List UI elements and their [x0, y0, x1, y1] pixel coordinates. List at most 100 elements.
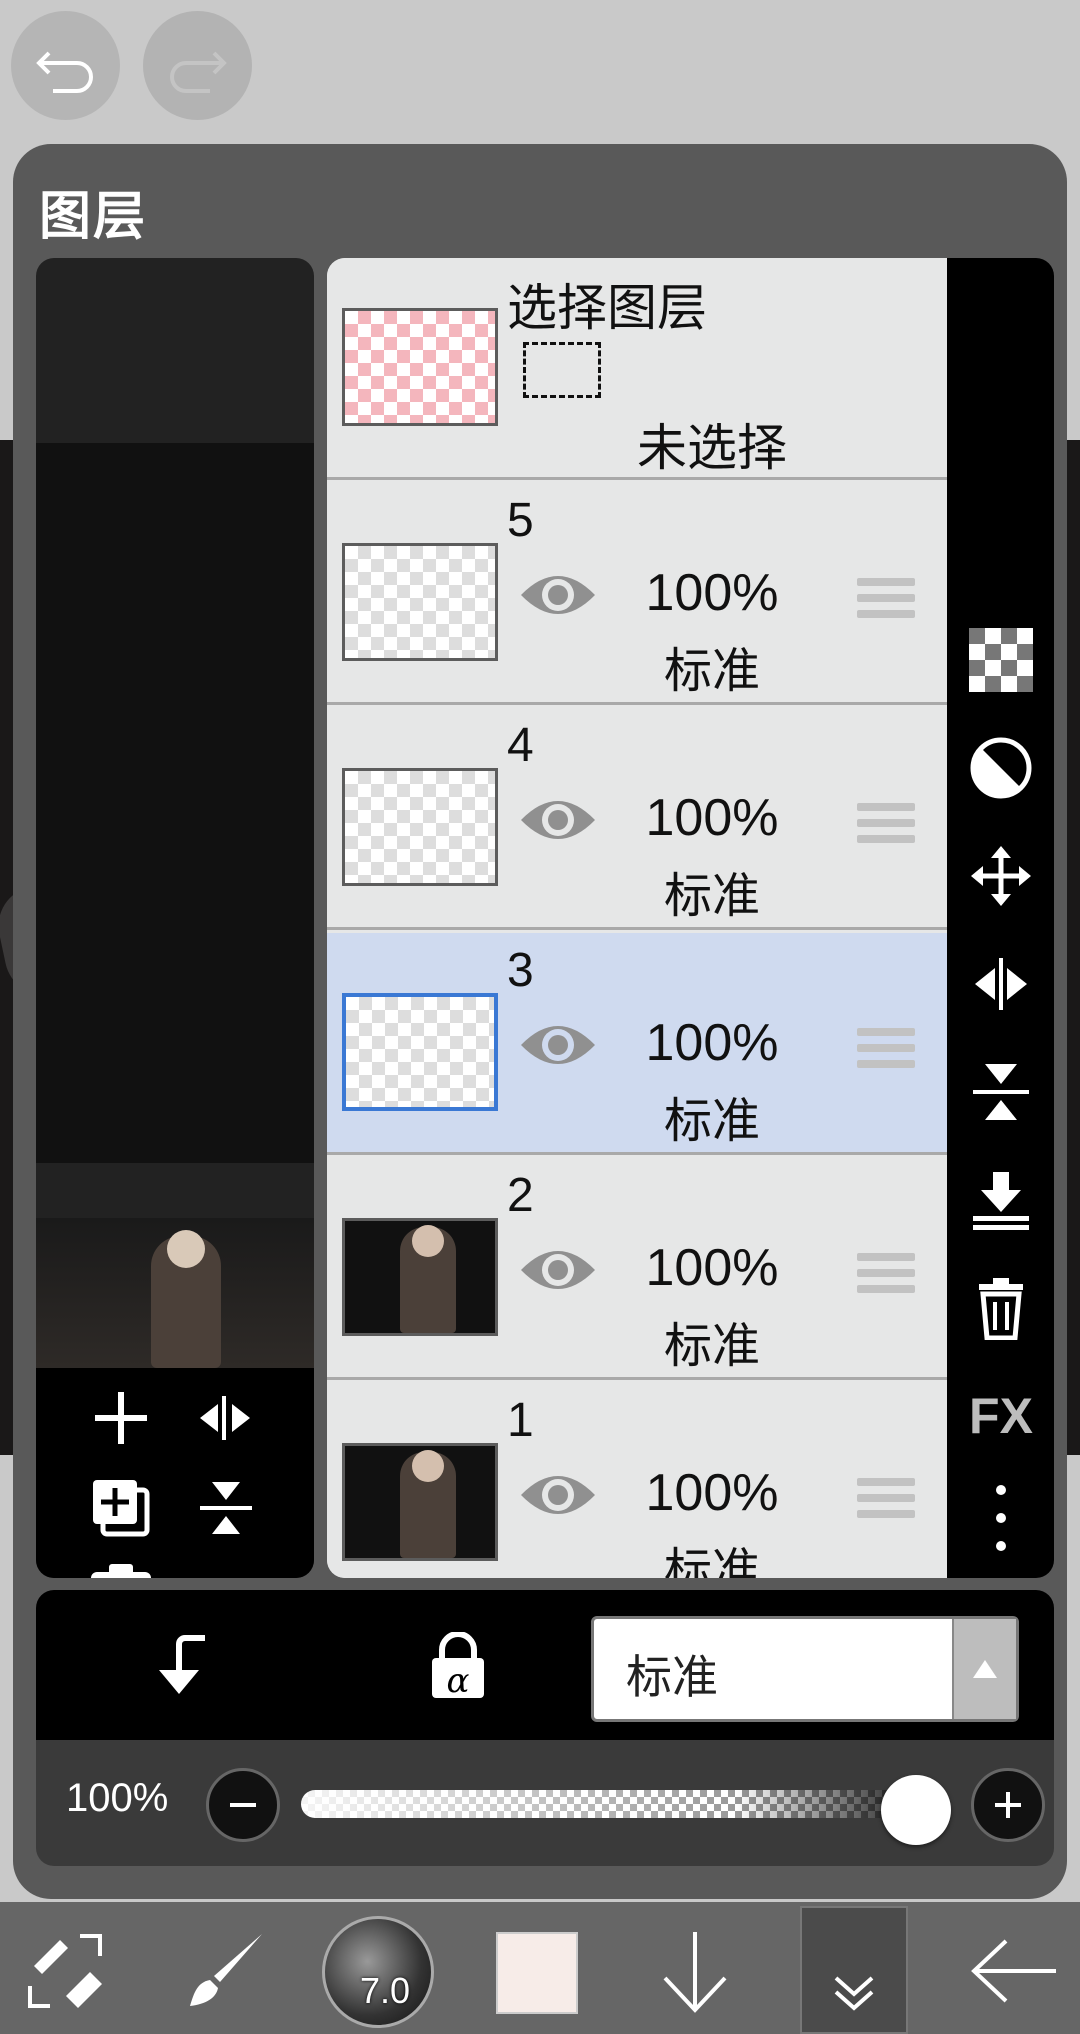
drag-handle-icon[interactable]: [857, 578, 915, 628]
layer-opacity: 100%: [645, 1014, 779, 1072]
move-layer-button[interactable]: [961, 836, 1041, 916]
layer-row[interactable]: 5 100% 标准: [327, 483, 947, 705]
svg-text:α: α: [447, 1661, 470, 1701]
eye-icon[interactable]: [517, 1240, 599, 1300]
fx-button[interactable]: FX: [961, 1376, 1041, 1456]
undo-icon: [36, 51, 93, 93]
redo-button[interactable]: [143, 11, 252, 120]
layer-row[interactable]: 4 100% 标准: [327, 708, 947, 930]
dropdown-toggle[interactable]: [952, 1619, 1016, 1719]
brush-tool-button[interactable]: [170, 1916, 280, 2026]
move-arrows-icon: [971, 846, 1031, 906]
minus-icon: [230, 1803, 256, 1807]
alpha-lock-icon: α: [432, 1631, 484, 1701]
selection-status: 未选择: [637, 419, 787, 477]
flip-vertical-icon: [200, 1482, 252, 1534]
opacity-slider[interactable]: [301, 1790, 921, 1818]
layer-number: 2: [507, 1169, 534, 1222]
eye-icon[interactable]: [517, 1465, 599, 1525]
flip-layer-horizontal-button[interactable]: [961, 944, 1041, 1024]
layer-opacity: 100%: [645, 564, 779, 622]
drag-handle-icon[interactable]: [857, 803, 915, 853]
duplicate-layer-button[interactable]: [86, 1473, 156, 1543]
layer-thumbnail: [342, 768, 498, 886]
camera-button[interactable]: [86, 1553, 156, 1578]
arrow-down-icon: [663, 1932, 727, 2013]
selection-marquee-icon: [523, 342, 601, 398]
back-button[interactable]: [960, 1916, 1070, 2026]
layer-blend-mode: 标准: [663, 868, 760, 924]
merge-down-button[interactable]: [961, 1160, 1041, 1240]
layer-row[interactable]: 1 100% 标准: [327, 1383, 947, 1578]
layer-options-row: α 标准: [36, 1590, 1054, 1740]
layer-number: 4: [507, 719, 534, 772]
layer-row-selected[interactable]: 3 100% 标准: [327, 933, 947, 1155]
selection-layer-row[interactable]: 选择图层 未选择: [327, 258, 947, 480]
undo-button[interactable]: [11, 11, 120, 120]
layer-opacity: 100%: [645, 1239, 779, 1297]
opacity-decrease-button[interactable]: [206, 1768, 280, 1842]
layer-list: 选择图层 未选择 5 100% 标准 4 100% 标准 3 100% 标准 2…: [327, 258, 947, 1578]
preview-background: [36, 443, 314, 1163]
clipping-button[interactable]: [961, 728, 1041, 808]
drag-handle-icon[interactable]: [857, 1028, 915, 1078]
layer-actions-toolbar: FX: [947, 258, 1054, 1578]
swap-tool-button[interactable]: [10, 1916, 120, 2026]
drag-handle-icon[interactable]: [857, 1253, 915, 1303]
flip-layer-vertical-button[interactable]: [961, 1052, 1041, 1132]
merge-down-icon: [973, 1172, 1029, 1230]
pen-eraser-swap-icon: [28, 1934, 102, 2008]
flip-horizontal-button[interactable]: [191, 1383, 261, 1453]
clip-to-below-button[interactable]: [151, 1630, 215, 1704]
blend-mode-select[interactable]: 标准: [591, 1616, 1019, 1722]
redo-icon: [170, 51, 227, 93]
color-swatch-button[interactable]: [496, 1932, 578, 2014]
canvas-preview[interactable]: [36, 1218, 314, 1368]
layer-opacity: 100%: [645, 1464, 779, 1522]
layer-preview-column: [36, 258, 314, 1578]
camera-icon: [91, 1564, 151, 1578]
half-circle-icon: [970, 737, 1032, 799]
layer-panel: 图层 选择图层 未选择 5 100% 标准 4 100% 标准 3 100% 标…: [13, 144, 1067, 1899]
fx-label: FX: [969, 1388, 1033, 1444]
plus-icon: [995, 1792, 1021, 1818]
brush-size-value: 7.0: [360, 1970, 411, 2011]
transparent-fill-button[interactable]: [961, 620, 1041, 700]
arrow-left-icon: [971, 1939, 1056, 2003]
selection-thumbnail: [342, 308, 498, 426]
eye-icon[interactable]: [517, 790, 599, 850]
flip-vertical-icon: [973, 1064, 1029, 1120]
layer-blend-mode: 标准: [663, 643, 760, 699]
blend-mode-value: 标准: [626, 1650, 718, 1704]
layer-opacity: 100%: [645, 789, 779, 847]
layer-thumbnail: [342, 993, 498, 1111]
alpha-lock-button[interactable]: α: [426, 1631, 490, 1706]
layer-blend-mode: 标准: [663, 1093, 760, 1149]
layer-thumbnail: [342, 1443, 498, 1561]
clip-arrow-icon: [159, 1635, 205, 1694]
opacity-value: 100%: [66, 1776, 169, 1820]
opacity-slider-thumb[interactable]: [881, 1775, 951, 1845]
add-layer-button[interactable]: [86, 1383, 156, 1453]
duplicate-icon: [93, 1480, 150, 1537]
more-options-button[interactable]: [961, 1478, 1041, 1558]
layer-thumbnail: [342, 1218, 498, 1336]
delete-layer-button[interactable]: [961, 1268, 1041, 1348]
layer-down-button[interactable]: [640, 1916, 750, 2026]
selection-layer-title: 选择图层: [507, 279, 707, 337]
triangle-up-icon: [973, 1660, 997, 1678]
opacity-increase-button[interactable]: [971, 1768, 1045, 1842]
trash-icon: [979, 1278, 1023, 1340]
layer-panel-toggle-button[interactable]: [800, 1906, 908, 2034]
flip-horizontal-icon: [200, 1396, 250, 1440]
plus-icon: [95, 1392, 147, 1444]
eye-icon[interactable]: [517, 1015, 599, 1075]
eye-icon[interactable]: [517, 565, 599, 625]
chevron-double-down-icon: [834, 1976, 874, 2011]
layer-blend-mode: 标准: [663, 1318, 760, 1374]
drag-handle-icon[interactable]: [857, 1478, 915, 1528]
flip-vertical-button[interactable]: [191, 1473, 261, 1543]
opacity-slider-row: 100%: [36, 1740, 1054, 1866]
layer-row[interactable]: 2 100% 标准: [327, 1158, 947, 1380]
flip-horizontal-icon: [975, 958, 1027, 1010]
